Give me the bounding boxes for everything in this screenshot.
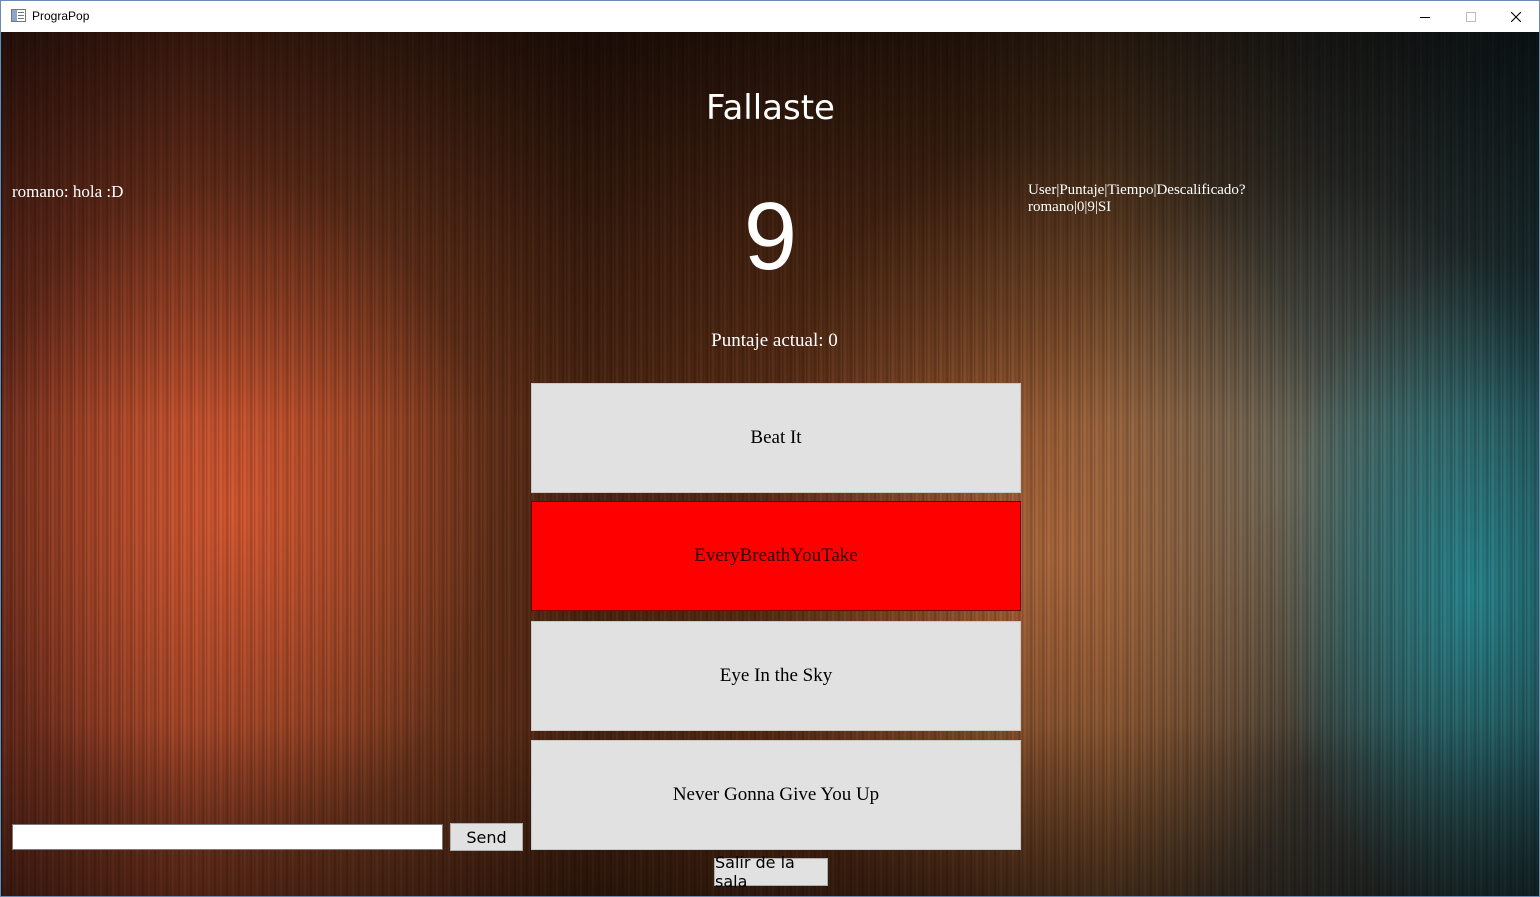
- send-button[interactable]: Send: [450, 823, 523, 851]
- answer-button-eye-in-the-sky[interactable]: Eye In the Sky: [531, 621, 1021, 731]
- close-icon: [1511, 11, 1521, 22]
- maximize-button[interactable]: [1448, 1, 1494, 32]
- maximize-icon: [1466, 11, 1476, 22]
- result-status-title: Fallaste: [706, 88, 835, 128]
- minimize-button[interactable]: [1402, 1, 1448, 32]
- chat-input[interactable]: [12, 824, 443, 850]
- answer-button-every-breath-you-take[interactable]: EveryBreathYouTake: [531, 501, 1021, 611]
- app-window-icon: [11, 9, 26, 22]
- leave-room-button[interactable]: Salir de la sala: [714, 853, 828, 891]
- answer-button-beat-it[interactable]: Beat It: [531, 383, 1021, 493]
- countdown-timer: 9: [743, 183, 798, 290]
- close-button[interactable]: [1493, 1, 1539, 32]
- minimize-icon: [1420, 16, 1430, 18]
- app-window: PrograPop Fallaste 9 Puntaje actual: 0 r…: [0, 0, 1540, 897]
- stats-header: User|Puntaje|Tiempo|Descalificado?: [1028, 182, 1246, 198]
- title-bar[interactable]: PrograPop: [1, 1, 1539, 32]
- current-score: Puntaje actual: 0: [711, 330, 838, 351]
- chat-message: romano: hola :D: [12, 182, 124, 201]
- window-title: PrograPop: [32, 9, 90, 23]
- player-stats-table: User|Puntaje|Tiempo|Descalificado? roman…: [1028, 182, 1246, 216]
- stats-row: romano|0|9|SI: [1028, 199, 1112, 215]
- game-area: Fallaste 9 Puntaje actual: 0 romano: hol…: [2, 32, 1539, 896]
- answer-button-never-gonna-give-you-up[interactable]: Never Gonna Give You Up: [531, 740, 1021, 850]
